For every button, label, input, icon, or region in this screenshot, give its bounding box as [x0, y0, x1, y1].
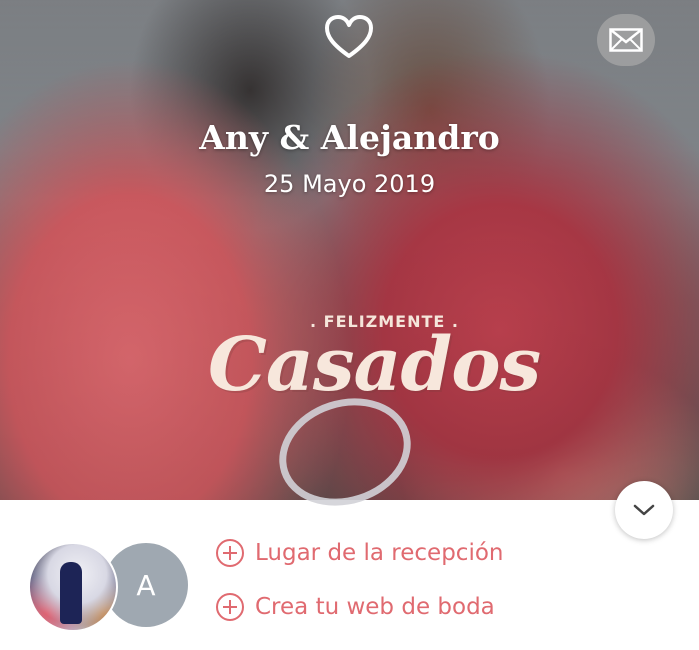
- couple-avatar-photo[interactable]: [28, 542, 118, 632]
- mail-button[interactable]: [597, 14, 655, 66]
- plus-circle-icon: [216, 539, 244, 567]
- reception-location-link[interactable]: Lugar de la recepción: [215, 537, 504, 569]
- reception-location-label: Lugar de la recepción: [255, 540, 504, 566]
- chevron-down-icon: [633, 504, 655, 516]
- mail-icon: [609, 28, 643, 52]
- scroll-down-button[interactable]: [615, 481, 673, 539]
- create-wedding-web-label: Crea tu web de boda: [255, 594, 495, 620]
- avatar-figure: [60, 562, 82, 624]
- plus-circle-icon: [216, 593, 244, 621]
- wedding-date: 25 Mayo 2019: [263, 170, 436, 198]
- badge-main-text: Casados: [208, 322, 541, 408]
- heart-icon: [325, 15, 373, 58]
- felizmente-casados-badge: . FELIZMENTE . Casados: [190, 300, 541, 470]
- couple-names: Any & Alejandro: [199, 118, 500, 157]
- create-wedding-web-link[interactable]: Crea tu web de boda: [215, 591, 495, 623]
